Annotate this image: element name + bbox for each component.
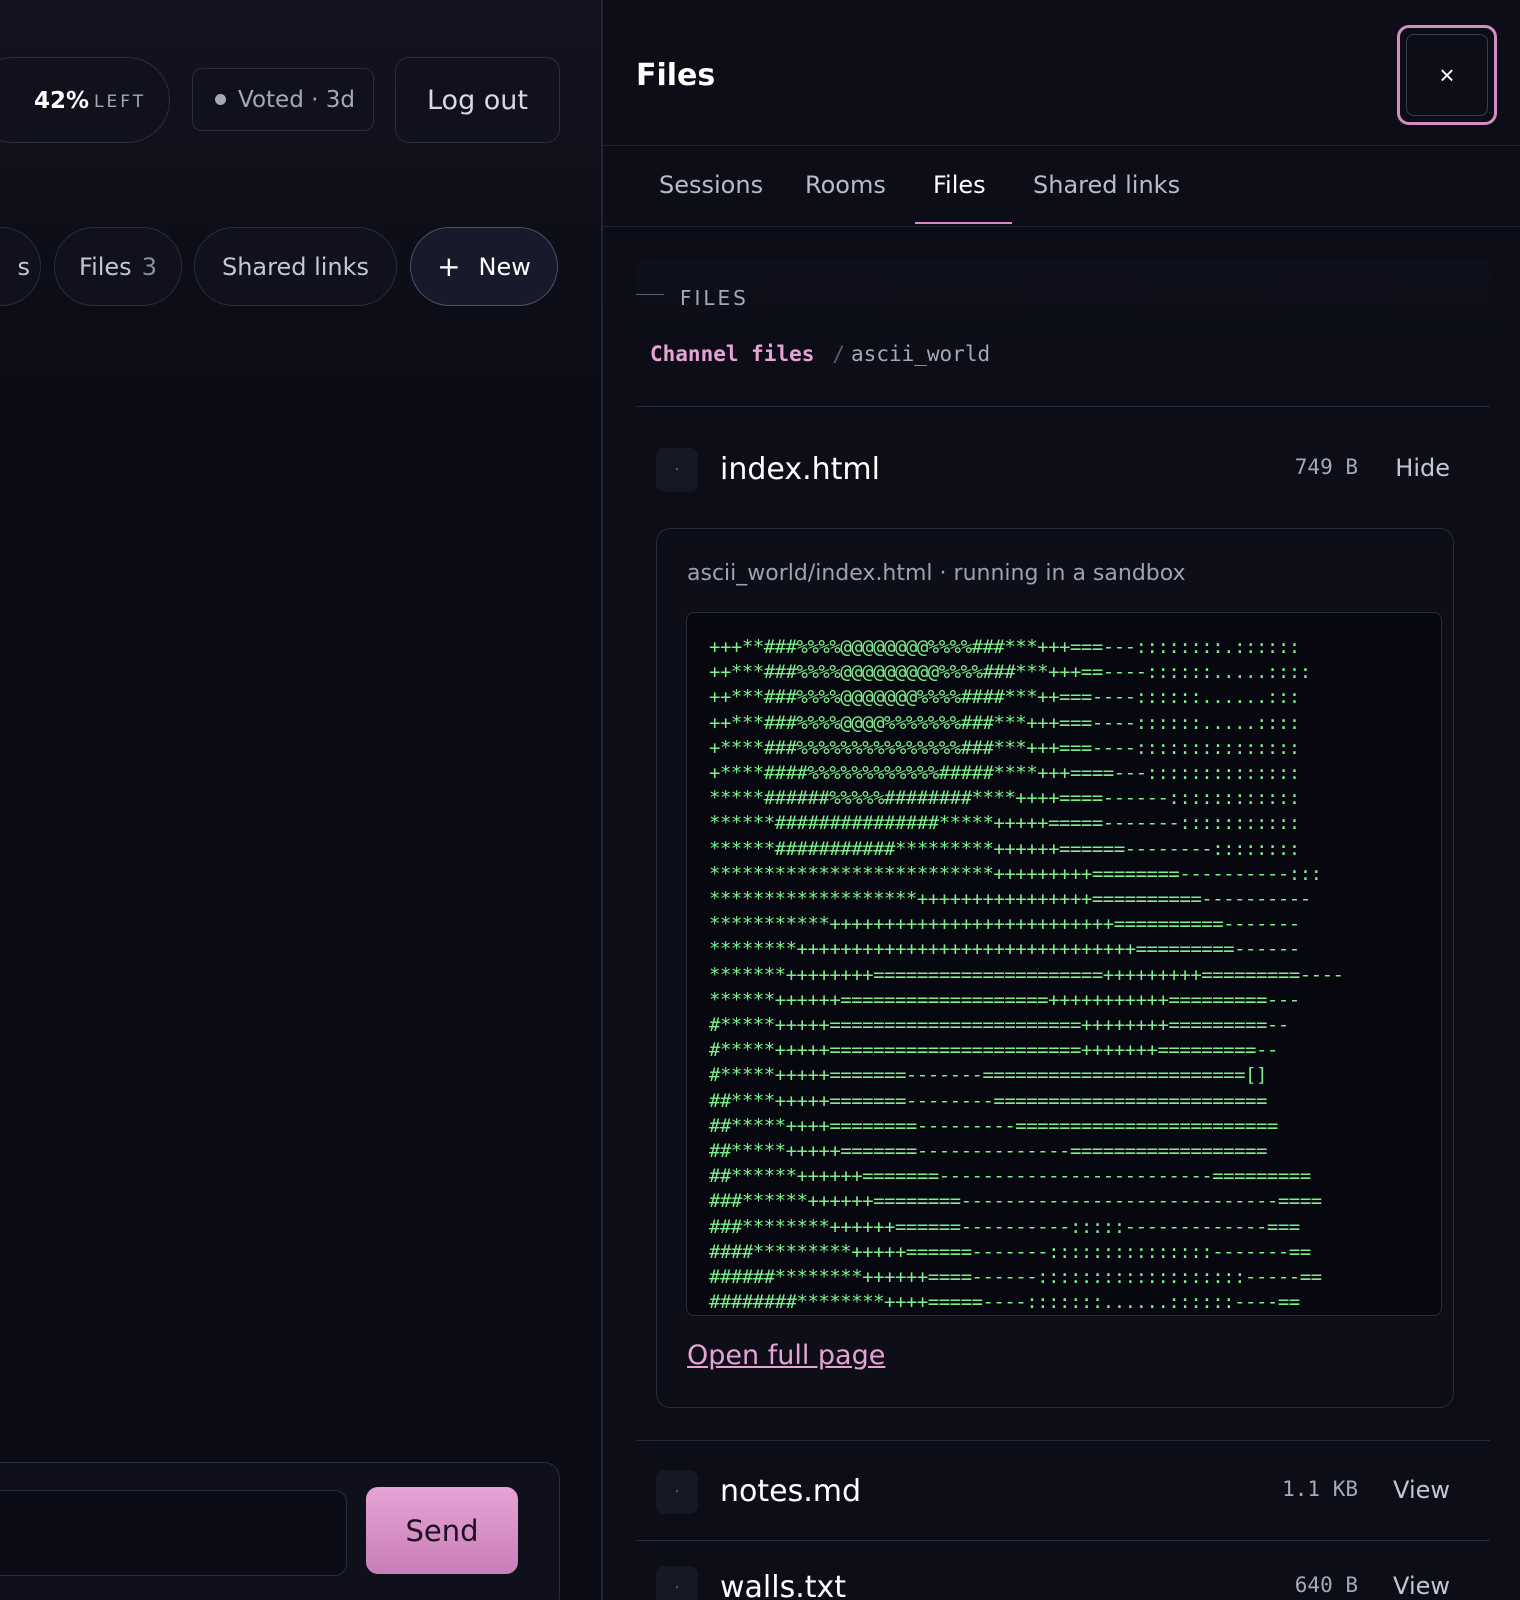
- vote-status-badge: Voted · 3d: [192, 68, 374, 131]
- dot-icon: [215, 94, 226, 105]
- file-icon: ·: [656, 448, 698, 492]
- chat-pane: 42% LEFT Voted · 3d Log out s Files 3 Sh…: [0, 0, 601, 1600]
- file-hide-button[interactable]: Hide: [1395, 454, 1450, 482]
- files-section: FILES Channel files / ascii_world · index.…: [636, 258, 1490, 1600]
- file-row: · walls.txt 640 B View: [636, 1548, 1490, 1600]
- ascii-output: +++**###%%%%@@@@@@@@%%%%###***+++===---:…: [709, 636, 1344, 1314]
- message-input[interactable]: [0, 1490, 347, 1576]
- usage-left-label: LEFT: [94, 92, 147, 112]
- new-button-label: New: [478, 252, 531, 281]
- breadcrumb-root[interactable]: Channel files: [650, 342, 814, 366]
- section-label: FILES: [680, 286, 749, 310]
- usage-indicator: 42% LEFT: [0, 57, 170, 143]
- usage-percent: 42%: [34, 88, 90, 114]
- vote-status-text: Voted · 3d: [238, 86, 355, 113]
- file-size: 640 B: [1294, 1573, 1358, 1597]
- file-preview: ascii_world/index.html · running in a sa…: [656, 528, 1454, 1408]
- tab-rooms[interactable]: Rooms: [805, 171, 886, 199]
- file-size: 1.1 KB: [1282, 1477, 1358, 1501]
- new-button[interactable]: + New: [410, 227, 558, 306]
- drawer-title: Files: [636, 58, 716, 93]
- file-name[interactable]: index.html: [720, 452, 880, 487]
- close-button[interactable]: ×: [1397, 25, 1497, 125]
- sandbox-frame[interactable]: +++**###%%%%@@@@@@@@%%%%###***+++===---:…: [686, 612, 1442, 1316]
- send-button[interactable]: Send: [366, 1487, 518, 1574]
- divider: [636, 406, 1490, 407]
- file-row: · notes.md 1.1 KB View: [636, 1452, 1490, 1548]
- file-icon: ·: [656, 1566, 698, 1600]
- section-label-rule: [636, 294, 664, 295]
- chip-files-label: Files: [79, 252, 132, 281]
- file-icon: ·: [656, 1470, 698, 1514]
- close-icon: ×: [1406, 34, 1488, 116]
- chip-sessions[interactable]: s: [0, 227, 41, 306]
- files-drawer: Files × Sessions Rooms Files Shared link…: [601, 0, 1520, 1600]
- drawer-header: Files ×: [603, 0, 1520, 146]
- divider: [636, 1440, 1490, 1441]
- drawer-tabs: Sessions Rooms Files Shared links: [603, 146, 1520, 227]
- tab-sessions[interactable]: Sessions: [659, 171, 763, 199]
- divider: [636, 1540, 1490, 1541]
- file-row: · index.html 749 B Hide: [636, 430, 1490, 526]
- plus-icon: +: [437, 250, 461, 283]
- file-name[interactable]: walls.txt: [720, 1570, 846, 1600]
- breadcrumb-current: ascii_world: [851, 342, 991, 366]
- file-name[interactable]: notes.md: [720, 1474, 861, 1509]
- chip-files[interactable]: Files 3: [54, 227, 182, 306]
- preview-caption: ascii_world/index.html · running in a sa…: [687, 561, 1186, 586]
- file-view-button[interactable]: View: [1393, 1476, 1450, 1504]
- chip-shared-links[interactable]: Shared links: [194, 227, 397, 306]
- file-view-button[interactable]: View: [1393, 1572, 1450, 1600]
- active-tab-indicator: [915, 222, 1012, 224]
- tab-shared-links[interactable]: Shared links: [1033, 171, 1180, 199]
- chip-files-count: 3: [141, 252, 157, 281]
- breadcrumb-separator: /: [832, 342, 846, 366]
- breadcrumb: Channel files / ascii_world: [650, 342, 990, 366]
- open-full-page-link[interactable]: Open full page: [687, 1340, 885, 1371]
- chip-shared-links-label: Shared links: [221, 252, 370, 281]
- file-size: 749 B: [1294, 455, 1358, 479]
- logout-button[interactable]: Log out: [395, 57, 560, 143]
- tab-files[interactable]: Files: [933, 171, 986, 199]
- chip-sessions-label: s: [17, 252, 30, 281]
